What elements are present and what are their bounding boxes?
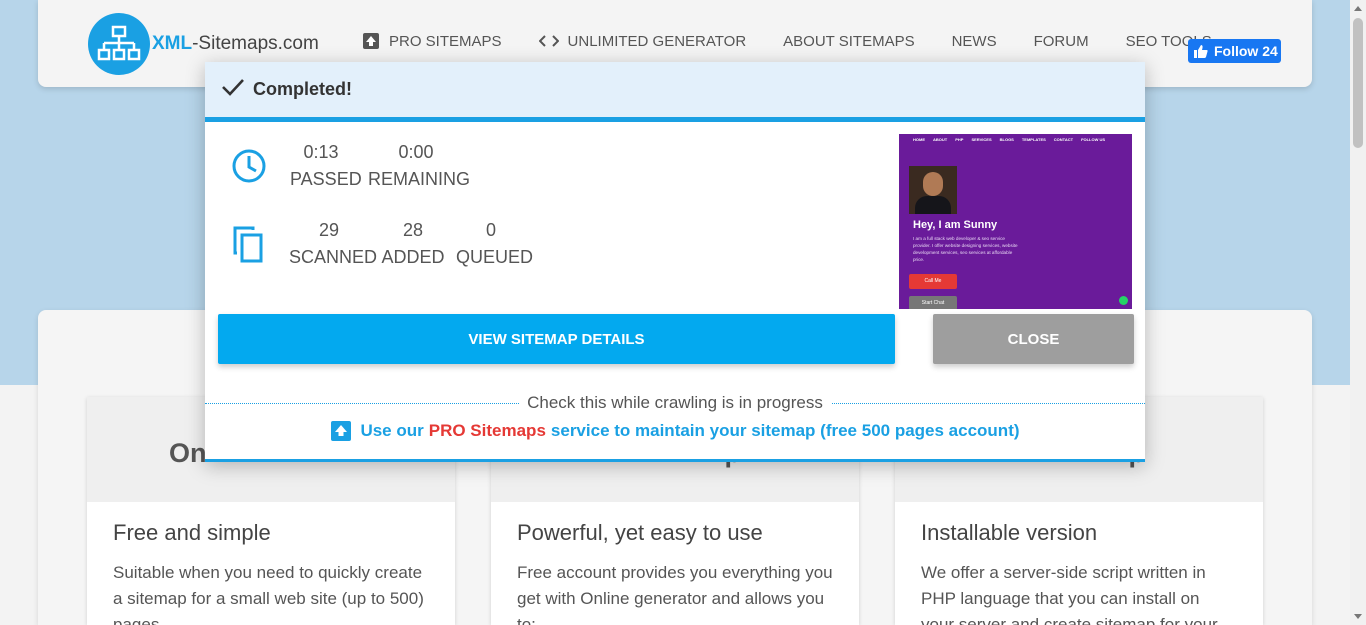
feature-card-head-title: On	[169, 438, 207, 468]
feature-card-desc: We offer a server-side script written in…	[921, 563, 1218, 625]
stat-added-label: ADDED	[381, 247, 445, 267]
stat-scanned: 29 SCANNED	[289, 217, 378, 271]
code-icon	[538, 34, 559, 48]
stat-added-value: 28	[402, 220, 424, 240]
feature-card-title: Free and simple	[113, 520, 271, 545]
modal-title: Completed!	[253, 79, 352, 99]
modal-header: Completed!	[205, 62, 1145, 122]
clock-icon	[231, 148, 267, 189]
facebook-follow-button[interactable]: Follow 24	[1188, 39, 1281, 63]
feature-card-title: Powerful, yet easy to use	[517, 520, 763, 545]
upload-box-icon	[330, 420, 352, 442]
nav-about-sitemaps[interactable]: ABOUT SITEMAPS	[783, 33, 914, 50]
feature-card-desc: Free account provides you everything you…	[517, 563, 833, 625]
stat-scanned-label: SCANNED	[289, 247, 378, 267]
feature-card-desc: Suitable when you need to quickly create…	[113, 563, 424, 625]
stat-passed: 0:13 PASSED	[290, 139, 362, 193]
stat-remaining-label: REMAINING	[368, 169, 471, 189]
scroll-down-arrow-icon[interactable]	[1354, 614, 1362, 619]
preview-profile-photo	[909, 166, 957, 214]
feature-card-title: Installable version	[921, 520, 1098, 545]
stat-queued: 0 QUEUED	[456, 217, 534, 271]
sitemap-logo-icon	[88, 13, 150, 75]
website-preview-thumbnail: HOME ABOUT PHP SERVICES BLOGS TEMPLATES …	[899, 134, 1132, 309]
nav-pro-sitemaps[interactable]: PRO SITEMAPS	[362, 32, 502, 50]
nav-unlimited-generator[interactable]: UNLIMITED GENERATOR	[538, 33, 746, 50]
preview-chat-button: Start Chat	[909, 296, 957, 309]
nav-news[interactable]: NEWS	[952, 33, 997, 50]
stat-scanned-value: 29	[318, 220, 340, 240]
preview-heading: Hey, I am Sunny	[913, 219, 998, 231]
upload-box-icon	[362, 32, 380, 50]
pro-sitemaps-promo-link[interactable]: Use our PRO Sitemaps service to maintain…	[205, 420, 1145, 442]
nav-forum[interactable]: FORUM	[1034, 33, 1089, 50]
scrollbar-thumb[interactable]	[1353, 18, 1363, 148]
close-button[interactable]: CLOSE	[933, 314, 1134, 364]
checkmark-icon	[221, 77, 245, 102]
logo-text: XML-Sitemaps.com	[152, 33, 319, 54]
crawl-progress-note: Check this while crawling is in progress	[205, 393, 1145, 413]
crawl-progress-modal: Completed! 0:13 PASSED 0:00 REMAINING 29…	[205, 62, 1145, 462]
main-nav: PRO SITEMAPS UNLIMITED GENERATOR ABOUT S…	[362, 32, 1249, 50]
copy-pages-icon	[231, 225, 267, 270]
stat-passed-label: PASSED	[290, 169, 362, 189]
view-sitemap-details-button[interactable]: VIEW SITEMAP DETAILS	[218, 314, 895, 364]
thumbs-up-icon	[1194, 44, 1208, 58]
stat-added: 28 ADDED	[381, 217, 445, 271]
scroll-up-arrow-icon[interactable]	[1354, 6, 1362, 11]
stat-passed-value: 0:13	[303, 142, 339, 162]
stat-queued-value: 0	[485, 220, 496, 240]
preview-nav: HOME ABOUT PHP SERVICES BLOGS TEMPLATES …	[913, 137, 1106, 142]
stat-queued-label: QUEUED	[456, 247, 534, 267]
whatsapp-icon	[1119, 296, 1128, 305]
preview-text: I am a full stack web developer & seo se…	[913, 236, 1018, 262]
stat-remaining: 0:00 REMAINING	[368, 139, 471, 193]
stat-remaining-value: 0:00	[398, 142, 434, 162]
page-scrollbar[interactable]	[1350, 0, 1366, 625]
preview-call-button: Call Me	[909, 274, 957, 289]
